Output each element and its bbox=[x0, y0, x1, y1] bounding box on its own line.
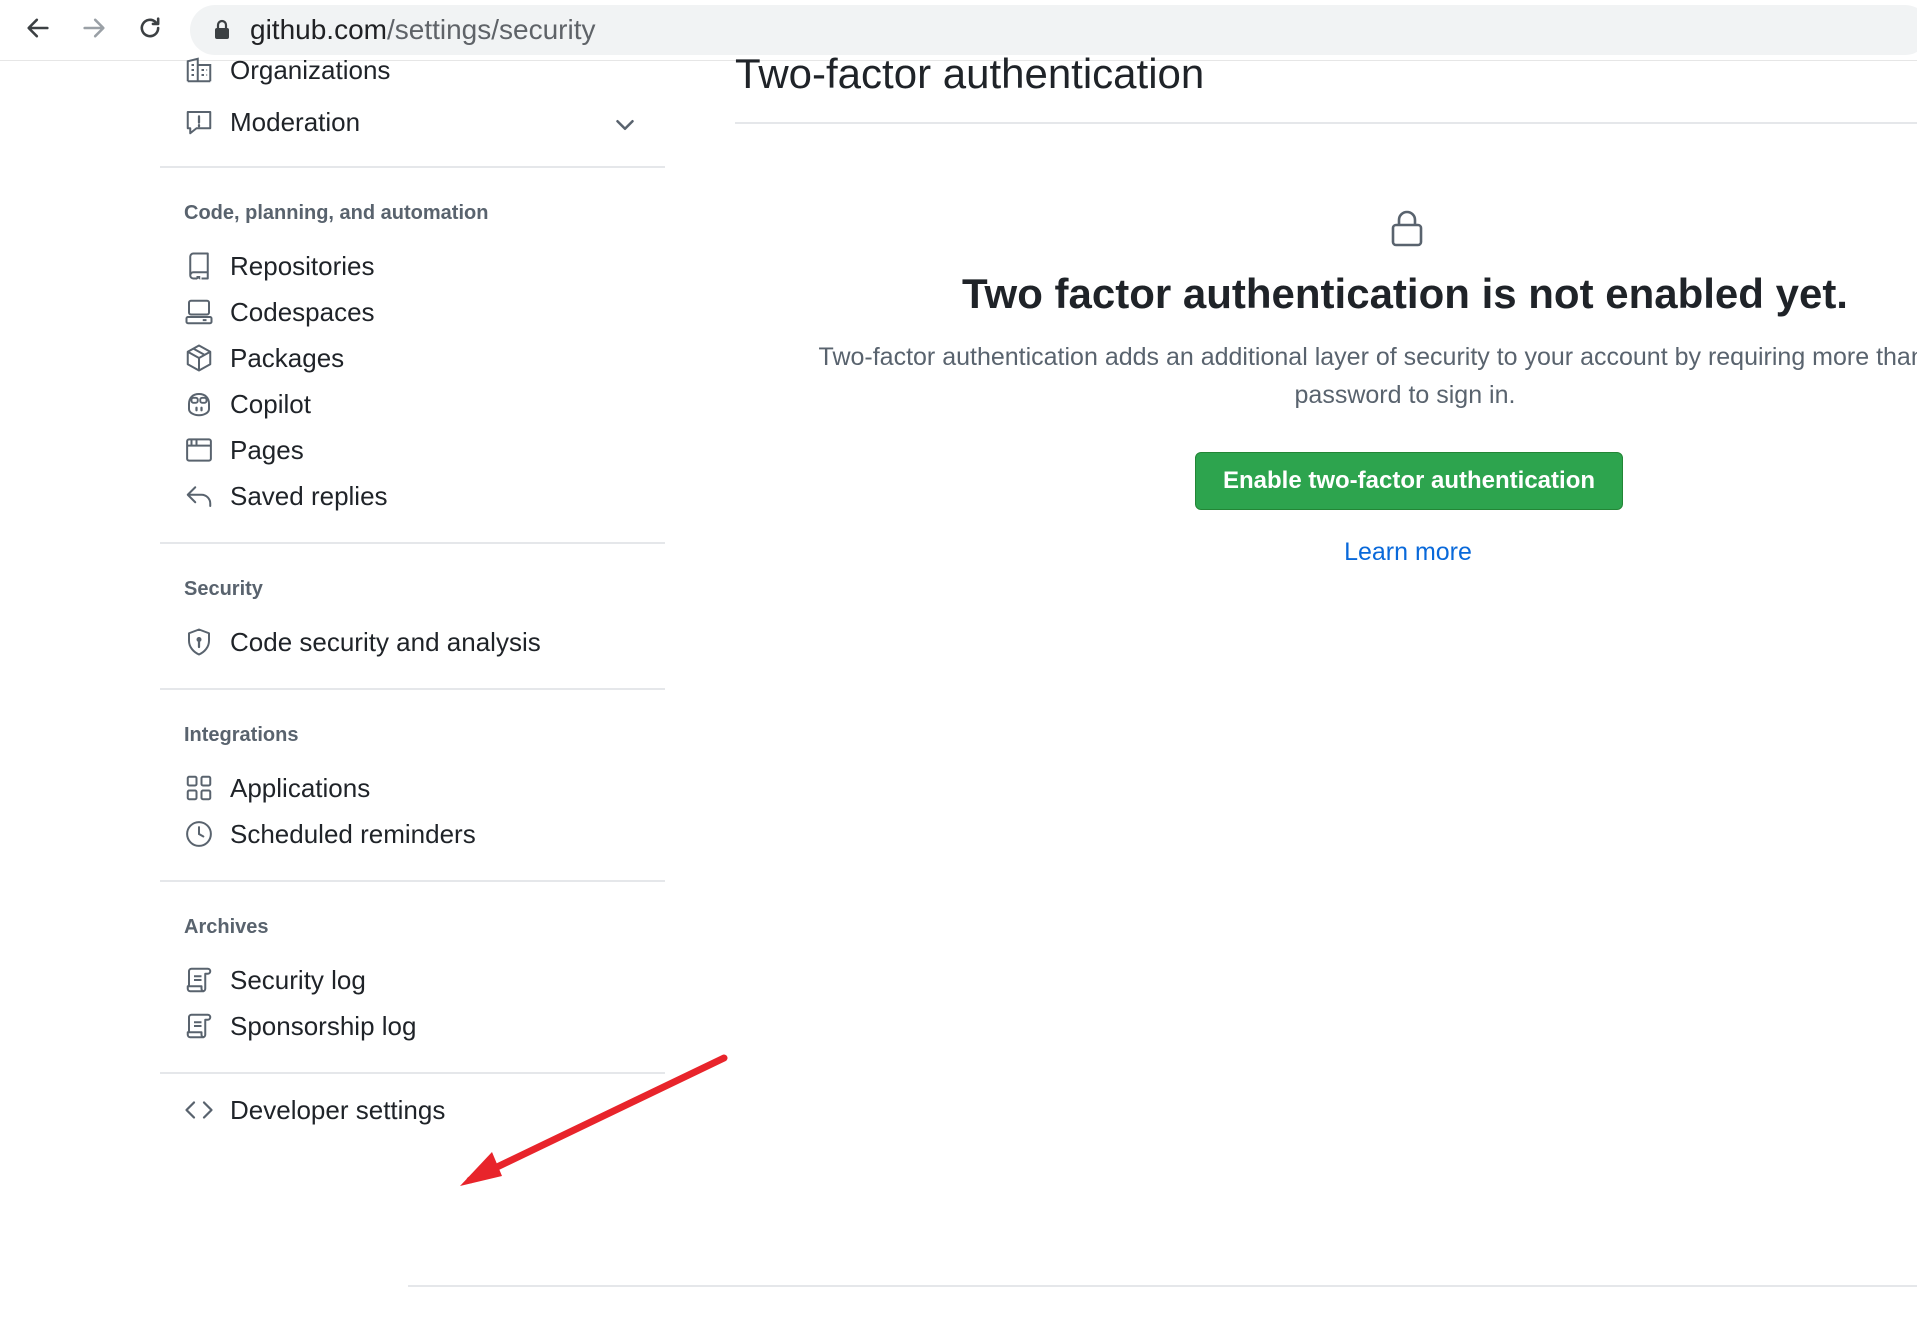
footer-divider bbox=[408, 1285, 1917, 1287]
page-title: Two-factor authentication bbox=[735, 50, 1205, 97]
sidebar-item-codespaces[interactable]: Codespaces bbox=[184, 290, 375, 334]
sidebar-item-label: Copilot bbox=[230, 388, 311, 419]
codespaces-icon bbox=[184, 297, 214, 327]
sidebar-item-label: Scheduled reminders bbox=[230, 818, 476, 849]
section-heading-code-planning: Code, planning, and automation bbox=[184, 202, 489, 224]
sidebar-divider bbox=[160, 688, 665, 690]
sidebar-item-scheduled-reminders[interactable]: Scheduled reminders bbox=[184, 812, 476, 856]
sidebar-item-copilot[interactable]: Copilot bbox=[184, 382, 311, 426]
sidebar-item-applications[interactable]: Applications bbox=[184, 766, 370, 810]
section-heading-security: Security bbox=[184, 578, 263, 600]
blankslate-description: Two-factor authentication adds an additi… bbox=[810, 338, 1917, 414]
organization-icon bbox=[184, 55, 214, 85]
arrow-left-icon bbox=[27, 18, 49, 38]
sidebar-divider bbox=[160, 166, 665, 168]
sidebar-item-organizations[interactable]: Organizations bbox=[184, 48, 390, 92]
sidebar-divider bbox=[160, 542, 665, 544]
enable-2fa-button[interactable]: Enable two-factor authentication bbox=[1195, 452, 1623, 510]
log-icon bbox=[184, 1011, 214, 1041]
arrow-right-icon bbox=[83, 18, 105, 38]
url-path: /settings/security bbox=[386, 14, 596, 45]
code-icon bbox=[184, 1095, 214, 1125]
section-heading-archives: Archives bbox=[184, 916, 269, 938]
address-bar[interactable]: github.com/settings/security bbox=[190, 5, 1917, 55]
repo-icon bbox=[184, 251, 214, 281]
lock-icon bbox=[215, 19, 229, 39]
reply-icon bbox=[184, 481, 214, 511]
sidebar-item-label: Sponsorship log bbox=[230, 1010, 417, 1041]
url-host: github.com bbox=[250, 14, 387, 45]
reload-button[interactable] bbox=[130, 8, 170, 48]
sidebar-item-security-log[interactable]: Security log bbox=[184, 958, 366, 1002]
sidebar-item-label: Codespaces bbox=[230, 296, 375, 327]
sidebar-item-developer-settings[interactable]: Developer settings bbox=[184, 1088, 445, 1132]
description-line-2: password to sign in. bbox=[1294, 381, 1516, 409]
sidebar-item-saved-replies[interactable]: Saved replies bbox=[184, 474, 388, 518]
forward-button[interactable] bbox=[74, 8, 114, 48]
lock-icon bbox=[1391, 210, 1423, 247]
blankslate-heading: Two factor authentication is not enabled… bbox=[962, 270, 1848, 317]
sidebar-item-label: Organizations bbox=[230, 54, 391, 85]
sidebar-item-moderation[interactable]: Moderation bbox=[184, 100, 360, 144]
chevron-down-icon[interactable] bbox=[610, 110, 640, 140]
apps-icon bbox=[184, 773, 214, 803]
url-text: github.com/settings/security bbox=[250, 14, 596, 46]
description-line-1: Two-factor authentication adds an additi… bbox=[818, 343, 1917, 371]
sidebar-item-label: Applications bbox=[230, 772, 371, 803]
sidebar-item-label: Developer settings bbox=[230, 1094, 446, 1125]
sidebar-item-label: Security log bbox=[230, 964, 366, 995]
log-icon bbox=[184, 965, 214, 995]
title-divider bbox=[735, 122, 1917, 124]
sidebar-item-code-security[interactable]: Code security and analysis bbox=[184, 620, 541, 664]
clock-icon bbox=[184, 819, 214, 849]
sidebar-item-label: Moderation bbox=[230, 106, 361, 137]
shield-icon bbox=[184, 627, 214, 657]
sidebar-item-label: Code security and analysis bbox=[230, 626, 541, 657]
package-icon bbox=[184, 343, 214, 373]
sidebar-item-label: Repositories bbox=[230, 250, 375, 281]
sidebar-item-sponsorship-log[interactable]: Sponsorship log bbox=[184, 1004, 416, 1048]
back-button[interactable] bbox=[18, 8, 58, 48]
reload-icon bbox=[140, 17, 160, 38]
browser-icon bbox=[184, 435, 214, 465]
annotation-arrow bbox=[460, 1054, 728, 1186]
sidebar-item-label: Pages bbox=[230, 434, 304, 465]
sidebar-item-label: Saved replies bbox=[230, 480, 388, 511]
sidebar-item-pages[interactable]: Pages bbox=[184, 428, 304, 472]
report-icon bbox=[184, 107, 214, 137]
sidebar-item-repositories[interactable]: Repositories bbox=[184, 244, 375, 288]
sidebar-item-packages[interactable]: Packages bbox=[184, 336, 344, 380]
learn-more-link[interactable]: Learn more bbox=[1295, 538, 1521, 567]
sidebar-item-label: Packages bbox=[230, 342, 345, 373]
copilot-icon bbox=[184, 389, 214, 419]
sidebar-divider bbox=[160, 880, 665, 882]
section-heading-integrations: Integrations bbox=[184, 724, 299, 746]
